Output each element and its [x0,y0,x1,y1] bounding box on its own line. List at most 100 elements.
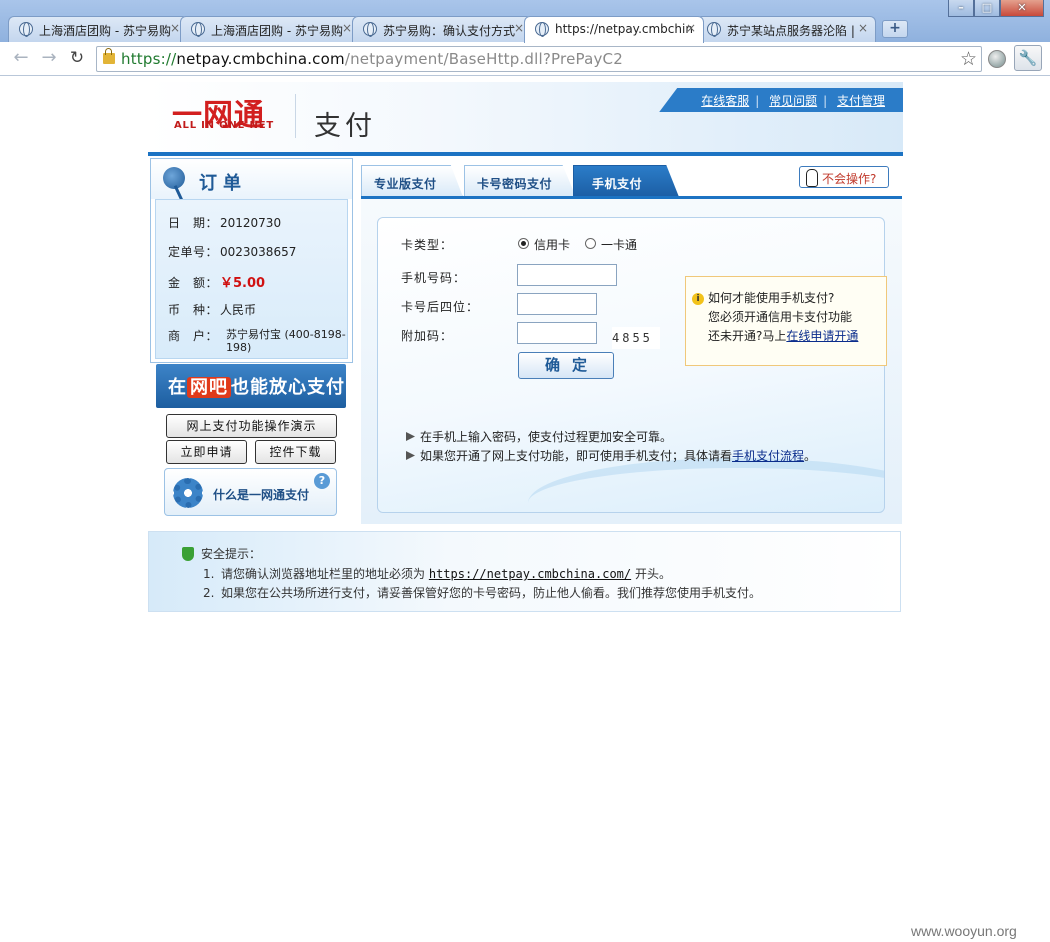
radio-credit-card[interactable] [518,238,529,249]
browser-tab-2[interactable]: 上海酒店团购 - 苏宁易购 × [180,16,360,42]
globe-icon [191,22,205,37]
top-links: 在线客服 | 常见问题 | 支付管理 [659,88,903,112]
bullet-arrow-icon [406,451,415,460]
order-amount-value: ￥5.00 [220,276,266,291]
browser-toolbar: ← → ↻ https://netpay.cmbchina.com/netpay… [0,42,1050,76]
back-arrow-icon[interactable]: ← [10,49,32,69]
order-number-label: 定单号： [168,245,219,259]
question-mark-icon: ? [314,473,330,489]
order-header: 订单 [151,159,352,199]
browser-tab-3[interactable]: 苏宁易购：确认支付方式 × [352,16,532,42]
netcafe-text-post: 也能放心支付 [231,377,345,398]
card-last4-label: 卡号后四位： [401,300,480,314]
apply-now-button[interactable]: 立即申请 [166,440,247,464]
link-payment-management[interactable]: 支付管理 [837,94,885,108]
url-path: /netpayment/BaseHttp.dll?PrePayC2 [344,50,623,68]
logo-text-en: ALL IN ONE NET [174,120,274,131]
tab-card-password-payment[interactable]: 卡号密码支付 [464,165,576,197]
order-number-value: 0023038657 [220,245,297,259]
browser-tab-label: 苏宁某站点服务器沦陷 | [727,24,855,38]
page-title: 支付 [314,111,376,142]
tab-professional-payment[interactable]: 专业版支付 [361,165,463,197]
tab-strip: 上海酒店团购 - 苏宁易购 × 上海酒店团购 - 苏宁易购 × 苏宁易购：确认支… [8,16,908,43]
tab-mobile-payment[interactable]: 手机支付 [573,165,679,197]
browser-tab-label: 上海酒店团购 - 苏宁易购 [211,24,343,38]
browser-tab-5[interactable]: 苏宁某站点服务器沦陷 | × [696,16,876,42]
tab-close-icon[interactable]: × [170,21,180,35]
tip-text-end: 。 [804,449,817,463]
plugin-download-button[interactable]: 控件下载 [255,440,336,464]
security-tip-text: 请您确认浏览器地址栏里的地址必须为 [221,567,426,581]
tab-close-icon[interactable]: × [342,21,352,35]
order-panel: 订单 日 期： 20120730 定单号： 0023038657 金 额： ￥5.00… [150,158,353,363]
tab-close-icon[interactable]: × [514,21,524,35]
tab-close-icon[interactable]: × [858,21,868,35]
order-currency-label: 币 种： [168,303,219,317]
globe-icon [19,22,33,37]
captcha-input[interactable] [517,322,597,344]
radio-credit-card-label: 信用卡 [534,238,571,252]
forward-arrow-icon[interactable]: → [38,49,60,69]
captcha-label: 附加码： [401,329,454,343]
pushpin-icon [163,167,185,189]
address-bar[interactable]: https://netpay.cmbchina.com/netpayment/B… [96,46,982,72]
reload-icon[interactable]: ↻ [66,49,88,69]
info-line-2: 还未开通?马上在线申请开通 [708,327,886,346]
minimize-icon[interactable]: – [948,0,974,17]
order-number-row: 定单号： 0023038657 [168,243,296,260]
confirm-button[interactable]: 确定 [518,352,614,379]
order-currency-row: 币 种： 人民币 [168,301,256,318]
order-currency-value: 人民币 [220,303,257,317]
apply-online-link[interactable]: 在线申请开通 [786,329,858,343]
phone-number-label: 手机号码： [401,271,467,285]
security-tip-number: 1. [203,567,215,581]
bookmark-star-icon[interactable]: ☆ [960,48,977,70]
what-is-allinone-button[interactable]: 什么是一网通支付 ? [164,468,337,516]
card-last4-input[interactable] [517,293,597,315]
netcafe-text-pre: 在 [168,377,187,398]
tip-text-2: 如果您开通了网上支付功能，即可使用手机支付；具体请看 [420,449,733,463]
wrench-icon[interactable]: 🔧 [1014,45,1042,71]
new-tab-button[interactable]: + [882,20,908,38]
link-faq[interactable]: 常见问题 [769,94,817,108]
gear-icon [173,478,203,508]
security-tips: 安全提示： 1. 请您确认浏览器地址栏里的地址必须为 https://netpay… [148,531,901,612]
page-menu-icon[interactable] [988,50,1006,68]
mobile-payment-info-box: i 如何才能使用手机支付? 您必须开通信用卡支付功能 还未开通?马上在线申请开通 [685,276,887,366]
demo-button[interactable]: 网上支付功能操作演示 [166,414,337,438]
help-button[interactable]: 不会操作? [799,166,889,188]
radio-debit-card[interactable] [585,238,596,249]
link-separator: | [823,94,828,108]
globe-icon [363,22,377,37]
watermark: www.wooyun.org [911,923,1017,939]
phone-number-input[interactable] [517,264,617,286]
globe-icon [535,22,549,37]
tip-text-1: 在手机上输入密码，使支付过程更加安全可靠。 [420,430,673,444]
security-tip-text: 如果您在公共场所进行支付，请妥善保管好您的卡号密码，防止他人偷看。我们推荐您使用… [221,586,762,600]
order-date-value: 20120730 [220,216,282,230]
radio-debit-card-label: 一卡通 [601,238,638,252]
browser-tab-1[interactable]: 上海酒店团购 - 苏宁易购 × [8,16,188,42]
maximize-icon[interactable]: □ [974,0,1000,17]
security-tip-text-end: 开头。 [634,567,671,581]
page-content: 一网通 ALL IN ONE NET 支付 在线客服 | 常见问题 | 支付管理 订… [0,77,1050,942]
order-date-row: 日 期： 20120730 [168,214,281,231]
link-online-service[interactable]: 在线客服 [701,94,749,108]
mobile-payment-flow-link[interactable]: 手机支付流程 [732,449,804,463]
browser-tab-4-active[interactable]: https://netpay.cmbchin × [524,16,704,43]
url-text: https://netpay.cmbchina.com/netpayment/B… [121,50,623,68]
security-tip-2: 2. 如果您在公共场所进行支付，请妥善保管好您的卡号密码，防止他人偷看。我们推荐您… [203,584,761,601]
order-amount-row: 金 额： ￥5.00 [168,272,265,291]
help-button-label: 不会操作? [822,172,877,186]
hand-cursor-icon [806,169,818,187]
window-close-icon[interactable]: ✕ [1000,0,1044,17]
bullet-arrow-icon [406,432,415,441]
link-separator: | [755,94,760,108]
captcha-image: 4855 [612,327,660,349]
tab-close-icon[interactable]: × [686,21,696,35]
netcafe-banner[interactable]: 在网吧 也能放心支付 [156,364,346,408]
browser-tab-label: 苏宁易购：确认支付方式 [383,24,516,38]
order-merchant-value: 苏宁易付宝 (400-8198-198) [226,328,346,354]
what-is-label: 什么是一网通支付 [213,488,310,502]
browser-tab-label: https://netpay.cmbchin [555,22,693,36]
